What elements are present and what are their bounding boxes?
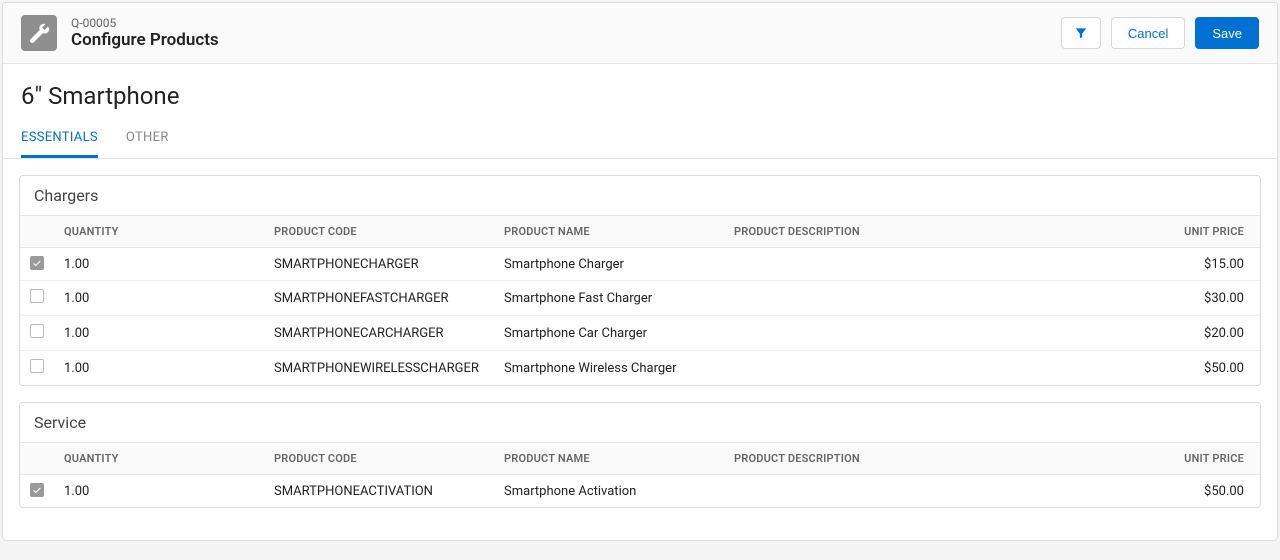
header-actions: Cancel Save (1061, 17, 1259, 49)
cell-quantity: 1.00 (54, 351, 264, 386)
col-quantity: QUANTITY (54, 443, 264, 475)
col-product-description: PRODUCT DESCRIPTION (724, 443, 1140, 475)
group-title: Chargers (20, 176, 1260, 216)
filter-icon (1074, 26, 1088, 40)
cell-quantity: 1.00 (54, 475, 264, 508)
table-row: 1.00 SMARTPHONEFASTCHARGER Smartphone Fa… (20, 281, 1260, 316)
page-container: Q-00005 Configure Products Cancel Save 6… (2, 2, 1278, 541)
cell-description (724, 248, 1140, 281)
cell-code: SMARTPHONEWIRELESSCHARGER (264, 351, 494, 386)
col-unit-price: UNIT PRICE (1140, 216, 1260, 248)
row-checkbox[interactable] (30, 324, 44, 338)
table-row: 1.00 SMARTPHONECARCHARGER Smartphone Car… (20, 316, 1260, 351)
col-product-description: PRODUCT DESCRIPTION (724, 216, 1140, 248)
row-checkbox[interactable] (30, 256, 44, 270)
col-product-code: PRODUCT CODE (264, 216, 494, 248)
cell-quantity: 1.00 (54, 281, 264, 316)
col-checkbox (20, 216, 54, 248)
col-checkbox (20, 443, 54, 475)
col-product-name: PRODUCT NAME (494, 216, 724, 248)
cell-code: SMARTPHONECARCHARGER (264, 316, 494, 351)
col-quantity: QUANTITY (54, 216, 264, 248)
page-header: Q-00005 Configure Products Cancel Save (3, 3, 1277, 64)
cell-code: SMARTPHONEACTIVATION (264, 475, 494, 508)
cell-name: Smartphone Fast Charger (494, 281, 724, 316)
col-unit-price: UNIT PRICE (1140, 443, 1260, 475)
cell-name: Smartphone Charger (494, 248, 724, 281)
tabs: ESSENTIALS OTHER (3, 118, 1277, 159)
cell-description (724, 316, 1140, 351)
service-table: QUANTITY PRODUCT CODE PRODUCT NAME PRODU… (20, 443, 1260, 507)
table-row: 1.00 SMARTPHONEACTIVATION Smartphone Act… (20, 475, 1260, 508)
chargers-table: QUANTITY PRODUCT CODE PRODUCT NAME PRODU… (20, 216, 1260, 385)
cancel-button[interactable]: Cancel (1111, 17, 1185, 49)
group-chargers: Chargers QUANTITY PRODUCT CODE PRODUCT N… (19, 175, 1261, 386)
cell-price: $20.00 (1140, 316, 1260, 351)
cell-price: $50.00 (1140, 475, 1260, 508)
cell-quantity: 1.00 (54, 316, 264, 351)
row-checkbox[interactable] (30, 289, 44, 303)
tab-essentials[interactable]: ESSENTIALS (21, 118, 98, 158)
cell-description (724, 351, 1140, 386)
group-title: Service (20, 403, 1260, 443)
col-product-code: PRODUCT CODE (264, 443, 494, 475)
wrench-icon (21, 15, 57, 51)
row-checkbox[interactable] (30, 359, 44, 373)
cell-code: SMARTPHONEFASTCHARGER (264, 281, 494, 316)
cell-price: $30.00 (1140, 281, 1260, 316)
quote-id: Q-00005 (71, 16, 219, 30)
content-area: Chargers QUANTITY PRODUCT CODE PRODUCT N… (3, 159, 1277, 540)
page-title: Configure Products (71, 30, 219, 50)
cell-price: $15.00 (1140, 248, 1260, 281)
col-product-name: PRODUCT NAME (494, 443, 724, 475)
table-row: 1.00 SMARTPHONECHARGER Smartphone Charge… (20, 248, 1260, 281)
cell-name: Smartphone Activation (494, 475, 724, 508)
cell-description (724, 281, 1140, 316)
cell-quantity: 1.00 (54, 248, 264, 281)
save-button[interactable]: Save (1195, 17, 1259, 49)
filter-button[interactable] (1061, 17, 1101, 49)
header-text: Q-00005 Configure Products (71, 16, 219, 50)
product-title: 6" Smartphone (3, 64, 1277, 118)
cell-description (724, 475, 1140, 508)
cell-code: SMARTPHONECHARGER (264, 248, 494, 281)
row-checkbox[interactable] (30, 483, 44, 497)
cell-name: Smartphone Wireless Charger (494, 351, 724, 386)
tab-other[interactable]: OTHER (126, 118, 169, 158)
cell-name: Smartphone Car Charger (494, 316, 724, 351)
group-service: Service QUANTITY PRODUCT CODE PRODUCT NA… (19, 402, 1261, 508)
table-row: 1.00 SMARTPHONEWIRELESSCHARGER Smartphon… (20, 351, 1260, 386)
cell-price: $50.00 (1140, 351, 1260, 386)
